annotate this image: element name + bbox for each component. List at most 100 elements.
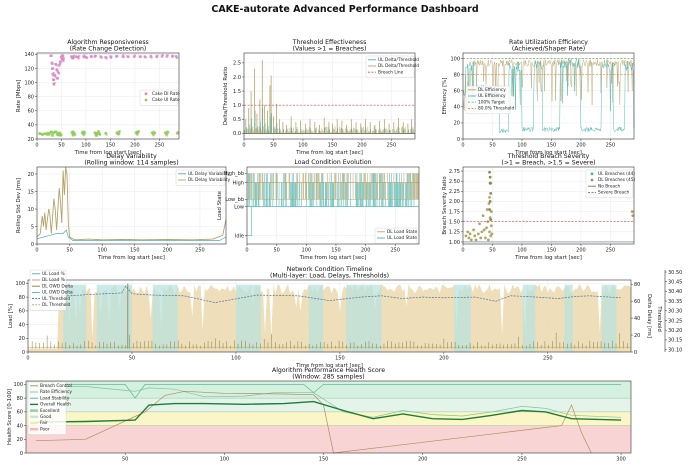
x-tick-label: 200: [439, 356, 449, 362]
x-tick-label: 300: [616, 457, 626, 463]
x-tick-label: 250: [517, 457, 527, 463]
y-tick-label: 100: [450, 56, 460, 62]
data-point: [62, 57, 66, 60]
legend-entry: DL Efficiency: [478, 87, 506, 93]
x-tick-label: 200: [418, 457, 428, 463]
dl-breach-point: [482, 228, 486, 232]
legend: DL Load StateUL Load State: [374, 227, 417, 244]
dl-breach-point: [490, 232, 494, 236]
data-point: [110, 55, 113, 58]
x-tick-label: 50: [489, 248, 495, 254]
x-tick-label: 150: [331, 248, 341, 254]
y-axis-label: Load State: [217, 190, 223, 220]
x-tick-label: 0: [461, 248, 464, 254]
right-axis-label: Delta Delay [ms]: [646, 294, 652, 338]
dl-breach-point: [464, 234, 468, 238]
right2-tick-label: 30.15: [668, 338, 682, 344]
legend-entry: Poor: [40, 426, 50, 432]
data-point: [105, 57, 108, 60]
x-tick-label: 0: [461, 143, 464, 149]
y-tick-label: 40: [17, 423, 23, 429]
right2-tick-label: 30.40: [668, 289, 682, 295]
data-point: [44, 132, 47, 135]
legend-entry: Breach Line: [378, 69, 404, 75]
ul-breach-point: [488, 208, 491, 211]
right2-axis-label: Threshold: [656, 305, 662, 332]
legend-entry: 100% Target: [478, 99, 505, 105]
right2-tick-label: 30.50: [668, 270, 682, 276]
ul-breach-point: [488, 175, 492, 179]
y-tick-label: 1.0: [233, 103, 241, 109]
right-tick-label: 40: [634, 316, 640, 322]
y-tick-label: Low: [234, 204, 244, 210]
data-point: [56, 69, 59, 72]
x-tick-label: 200: [361, 248, 371, 254]
legend-entry: DL OWD Delta: [42, 283, 73, 289]
dl-breach-point: [476, 232, 480, 236]
y-tick-label: 120: [24, 66, 34, 72]
data-point: [55, 63, 58, 67]
x-tick-label: 100: [517, 143, 527, 149]
y-tick-label: 10: [28, 207, 34, 213]
legend-entry: Severe Breach: [598, 190, 629, 196]
data-point: [122, 55, 125, 59]
right-tick-label: 0: [634, 350, 637, 356]
x-tick-label: 50: [489, 143, 495, 149]
ul-load-area: [308, 284, 324, 352]
dl-breach-point: [488, 230, 491, 234]
y-tick-label: 20: [19, 336, 25, 342]
x-tick-label: 250: [606, 248, 616, 254]
data-point: [57, 72, 61, 75]
data-point: [105, 133, 108, 136]
y-tick-label: 2.0: [233, 75, 241, 81]
x-tick-label: 0: [245, 248, 248, 254]
y-tick-label: 60: [28, 109, 34, 115]
dl-breach-point: [488, 195, 491, 199]
y-tick-label: Low_bb: [225, 197, 244, 203]
legend: UL Delta/ThresholdDL Delta/ThresholdBrea…: [365, 55, 419, 78]
legend-entry: Load Stability: [40, 395, 70, 401]
x-tick-label: 100: [302, 248, 312, 254]
y-tick-label: 1.25: [449, 230, 460, 236]
data-point: [144, 56, 147, 59]
x-tick-label: 100: [97, 248, 107, 254]
data-point: [118, 130, 121, 133]
x-tick-label: 100: [231, 356, 241, 362]
data-point: [137, 130, 140, 133]
y-tick-label: High: [233, 180, 245, 186]
y-tick-label: 80: [28, 95, 34, 101]
y-tick-label: 60: [454, 89, 460, 95]
y-tick-label: 5: [31, 224, 34, 230]
chart-subtitle: (Rate Change Detection): [70, 46, 147, 53]
data-point: [39, 132, 42, 135]
data-point: [90, 55, 93, 58]
data-point: [46, 133, 49, 136]
legend-entry: DL Delay Variability: [188, 177, 231, 183]
dl-breach-point: [478, 222, 481, 226]
legend-entry: UL Threshold: [42, 296, 70, 302]
data-point: [50, 54, 53, 57]
data-point: [83, 54, 86, 57]
x-tick-label: 0: [26, 356, 29, 362]
data-point: [60, 133, 63, 137]
x-tick-label: 150: [547, 143, 557, 149]
data-point: [150, 56, 153, 59]
legend-entry: DL Threshold: [42, 302, 71, 308]
legend-entry: UL Load %: [42, 271, 65, 277]
y-tick-label: 1.75: [449, 209, 460, 215]
data-point: [166, 54, 169, 57]
y-tick-label: 20: [28, 172, 34, 178]
y-axis-label: Breach Severity Ratio: [442, 176, 448, 234]
ul-load-area: [454, 284, 471, 352]
ul-breach-point: [489, 218, 493, 222]
data-point: [153, 132, 157, 135]
data-point: [52, 71, 55, 75]
y-tick-label: 100: [15, 281, 25, 287]
x-tick-label: 150: [547, 248, 557, 254]
data-point: [99, 133, 102, 136]
right2-tick-label: 30.20: [668, 328, 682, 334]
right2-tick-label: 30.30: [668, 309, 682, 315]
y-tick-label: 0.0: [233, 131, 241, 137]
y-tick-label: 15: [28, 189, 34, 195]
y-tick-label: 100: [24, 80, 34, 86]
